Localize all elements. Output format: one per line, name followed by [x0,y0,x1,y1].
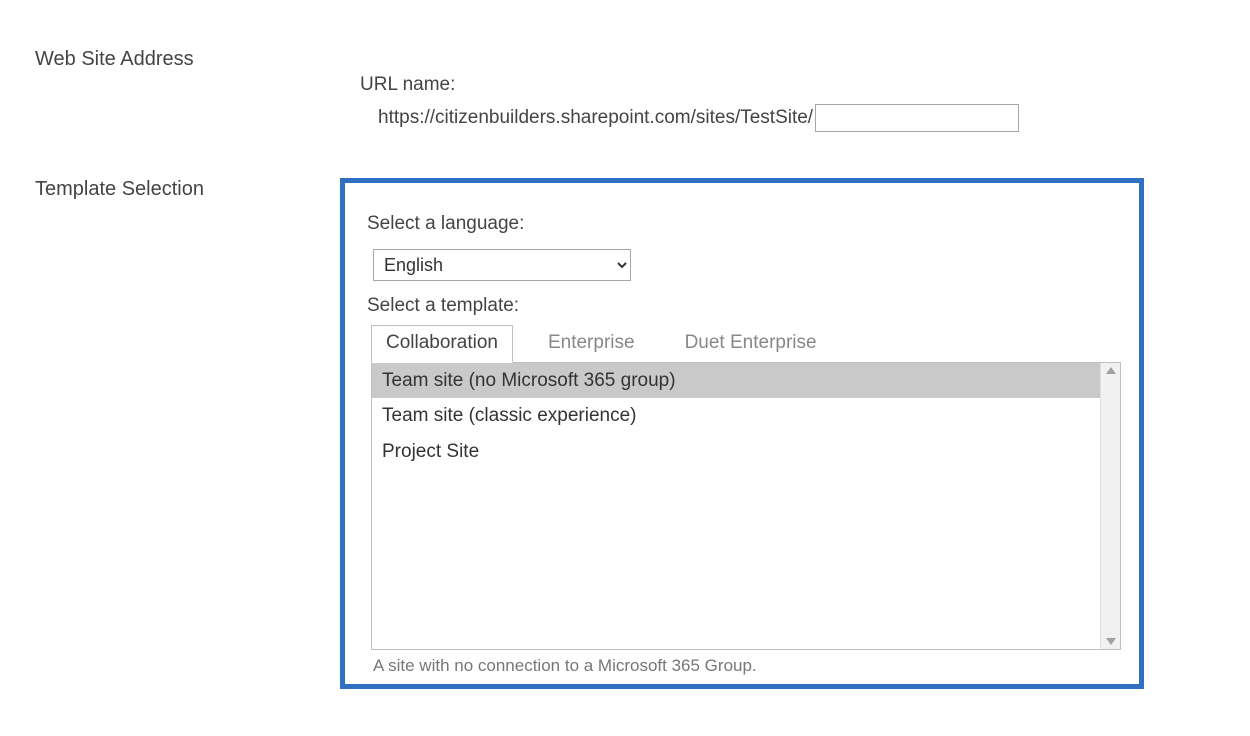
base-url-text: https://citizenbuilders.sharepoint.com/s… [378,107,813,129]
template-item-project-site[interactable]: Project Site [372,434,1100,469]
template-selection-body: Select a language: English Select a temp… [340,178,1160,689]
template-list-inner: Team site (no Microsoft 365 group) Team … [372,363,1100,649]
url-line: https://citizenbuilders.sharepoint.com/s… [378,104,1180,132]
url-name-label: URL name: [360,74,1180,96]
template-description: A site with no connection to a Microsoft… [373,656,1117,676]
scroll-up-icon[interactable] [1106,367,1116,374]
web-site-address-body: URL name: https://citizenbuilders.sharep… [340,48,1180,132]
template-list-scrollbar[interactable] [1100,363,1120,649]
tab-enterprise[interactable]: Enterprise [533,325,650,363]
url-name-input[interactable] [815,104,1019,132]
scroll-down-icon[interactable] [1106,638,1116,645]
template-listbox[interactable]: Team site (no Microsoft 365 group) Team … [371,362,1121,650]
select-language-label: Select a language: [367,213,1117,235]
template-item-team-site-classic[interactable]: Team site (classic experience) [372,398,1100,433]
language-select[interactable]: English [373,249,631,281]
template-selection-highlight-box: Select a language: English Select a temp… [340,178,1144,689]
tab-duet-enterprise[interactable]: Duet Enterprise [670,325,832,363]
select-template-label: Select a template: [367,295,1117,317]
tab-collaboration[interactable]: Collaboration [371,325,513,363]
web-site-address-label: Web Site Address [0,48,340,71]
template-selection-label: Template Selection [0,178,340,201]
template-tabs: Collaboration Enterprise Duet Enterprise [371,325,1117,363]
template-item-team-site-no-group[interactable]: Team site (no Microsoft 365 group) [372,363,1100,398]
